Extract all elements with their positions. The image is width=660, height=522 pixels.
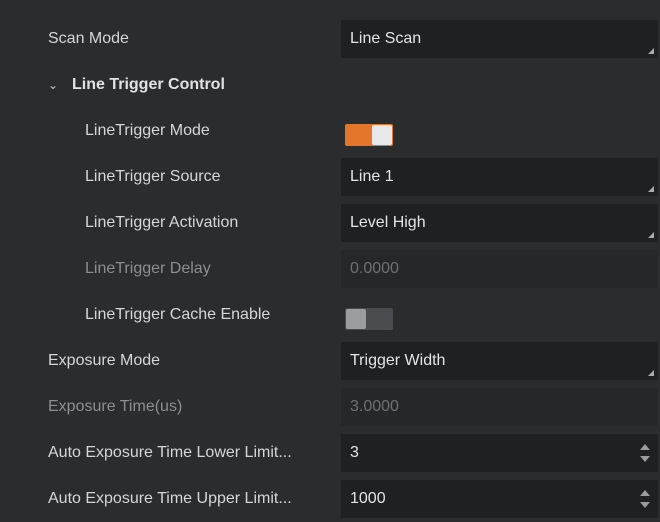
exposure-mode-label: Exposure Mode <box>48 352 161 369</box>
chevron-down-icon[interactable]: ⌄ <box>48 63 72 107</box>
exposure-time-field: 3.0000 <box>341 388 658 426</box>
row-scan-mode: Scan Mode Line Scan <box>0 17 660 61</box>
row-line-trigger-group[interactable]: ⌄ Line Trigger Control <box>0 63 660 107</box>
line-trigger-cache-enable-label: LineTrigger Cache Enable <box>85 306 271 323</box>
row-exposure-mode: Exposure Mode Trigger Width <box>0 339 660 383</box>
dropdown-corner-icon <box>648 232 654 238</box>
auto-exposure-upper-label: Auto Exposure Time Upper Limit... <box>48 490 292 507</box>
row-line-trigger-source: LineTrigger Source Line 1 <box>0 155 660 199</box>
line-trigger-group-header[interactable]: ⌄ Line Trigger Control <box>48 63 225 107</box>
line-trigger-group-label: Line Trigger Control <box>72 76 225 93</box>
line-trigger-mode-label: LineTrigger Mode <box>85 122 210 139</box>
spinner-arrows-icon[interactable] <box>640 489 650 509</box>
scan-mode-label: Scan Mode <box>48 30 129 47</box>
line-trigger-delay-value: 0.0000 <box>350 260 399 277</box>
scan-mode-dropdown[interactable]: Line Scan <box>341 20 658 58</box>
toggle-knob <box>346 309 366 329</box>
line-trigger-activation-value: Level High <box>350 214 426 231</box>
camera-properties-panel: Scan Mode Line Scan ⌄ Line Trigger Contro… <box>0 0 660 522</box>
line-trigger-activation-dropdown[interactable]: Level High <box>341 204 658 242</box>
dropdown-corner-icon <box>648 48 654 54</box>
line-trigger-delay-label: LineTrigger Delay <box>85 260 211 277</box>
auto-exposure-lower-spinbox[interactable]: 3 <box>341 434 658 472</box>
spin-down-icon[interactable] <box>640 502 650 508</box>
line-trigger-source-label: LineTrigger Source <box>85 168 221 185</box>
spin-down-icon[interactable] <box>640 456 650 462</box>
line-trigger-source-value: Line 1 <box>350 168 394 185</box>
exposure-mode-value: Trigger Width <box>350 352 446 369</box>
line-trigger-activation-label: LineTrigger Activation <box>85 214 239 231</box>
line-trigger-delay-field: 0.0000 <box>341 250 658 288</box>
toggle-knob <box>372 125 392 145</box>
spin-up-icon[interactable] <box>640 444 650 450</box>
row-auto-exposure-lower: Auto Exposure Time Lower Limit... 3 <box>0 431 660 475</box>
row-line-trigger-activation: LineTrigger Activation Level High <box>0 201 660 245</box>
dropdown-corner-icon <box>648 186 654 192</box>
line-trigger-source-dropdown[interactable]: Line 1 <box>341 158 658 196</box>
spinner-arrows-icon[interactable] <box>640 443 650 463</box>
line-trigger-cache-enable-toggle[interactable] <box>345 308 393 330</box>
exposure-time-value: 3.0000 <box>350 398 399 415</box>
exposure-time-label: Exposure Time(us) <box>48 398 183 415</box>
scan-mode-value: Line Scan <box>350 30 422 47</box>
row-line-trigger-mode: LineTrigger Mode <box>0 109 660 153</box>
dropdown-corner-icon <box>648 370 654 376</box>
line-trigger-mode-toggle[interactable] <box>345 124 393 146</box>
exposure-mode-dropdown[interactable]: Trigger Width <box>341 342 658 380</box>
row-exposure-time: Exposure Time(us) 3.0000 <box>0 385 660 429</box>
auto-exposure-lower-label: Auto Exposure Time Lower Limit... <box>48 444 292 461</box>
row-line-trigger-delay: LineTrigger Delay 0.0000 <box>0 247 660 291</box>
row-line-trigger-cache-enable: LineTrigger Cache Enable <box>0 293 660 337</box>
auto-exposure-upper-value: 1000 <box>350 490 386 507</box>
spin-up-icon[interactable] <box>640 490 650 496</box>
row-auto-exposure-upper: Auto Exposure Time Upper Limit... 1000 <box>0 477 660 521</box>
auto-exposure-lower-value: 3 <box>350 444 359 461</box>
auto-exposure-upper-spinbox[interactable]: 1000 <box>341 480 658 518</box>
